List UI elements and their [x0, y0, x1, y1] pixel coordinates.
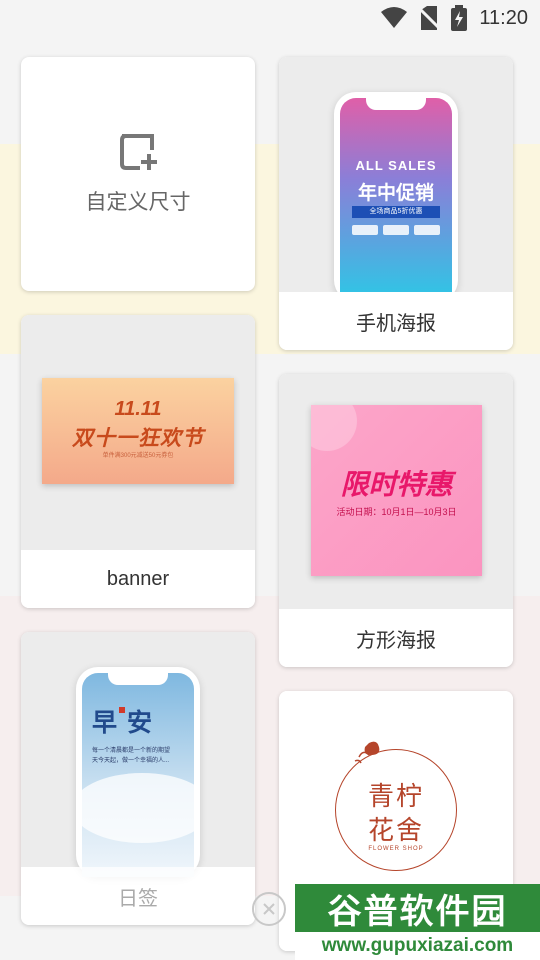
banner-preview-date: 11.11: [114, 398, 162, 420]
preview-title: 年中促销: [357, 183, 434, 204]
banner-thumb: 11.11 双十一狂欢节 单件满300元减送50元券包: [21, 315, 255, 550]
daily-title-1: 早: [92, 709, 118, 737]
wifi-icon: [381, 7, 408, 28]
custom-size-label: 自定义尺寸: [85, 191, 191, 214]
banner-preview-sub: 单件满300元减送50元券包: [102, 453, 174, 459]
banner-label: banner: [21, 550, 255, 608]
logo-line2: 花舍: [367, 815, 424, 845]
phone-notch-daily: [108, 673, 168, 685]
daily-preview: 早安 每一个清晨都是一个新的期望 天今天起，做一个幸福的人...: [82, 673, 194, 877]
square-preview-title: 限时特惠: [340, 469, 453, 500]
square-poster-preview: 限时特惠 活动日期：10月1日—10月3日: [311, 405, 482, 576]
phone-poster-thumb: ALL SALES 年中促销 全场商品5折优惠: [279, 57, 513, 302]
square-preview-sub: 活动日期：10月1日—10月3日: [336, 507, 457, 517]
site-watermark: 谷普软件园 www.gupuxiazai.com: [295, 884, 540, 960]
cloud-shape: [82, 773, 194, 843]
square-poster-thumb: 限时特惠 活动日期：10月1日—10月3日: [279, 374, 513, 609]
clock: 11:20: [479, 6, 528, 29]
coupon-2: [383, 225, 409, 235]
rose-icon: [354, 741, 380, 764]
preview-ribbon: 全场商品5折优惠: [352, 206, 440, 218]
square-poster-label: 方形海报: [279, 609, 513, 667]
logo-line1: 青柠: [367, 781, 424, 811]
daily-card[interactable]: 早安 每一个清晨都是一个新的期望 天今天起，做一个幸福的人... 日签: [21, 632, 255, 925]
watermark-title: 谷普软件园: [295, 884, 540, 932]
banner-preview-title: 双十一狂欢节: [72, 427, 204, 450]
phone-poster-card[interactable]: ALL SALES 年中促销 全场商品5折优惠 手机海报: [279, 57, 513, 350]
close-button[interactable]: [252, 892, 286, 926]
close-icon: [263, 903, 275, 915]
daily-line2: 天今天起，做一个幸福的人...: [92, 758, 170, 764]
status-bar: 11:20: [0, 0, 540, 36]
phone-mockup: ALL SALES 年中促销 全场商品5折优惠: [334, 92, 458, 302]
custom-size-card[interactable]: 自定义尺寸: [21, 57, 255, 291]
deco-circle: [311, 405, 357, 451]
status-icons: 11:20: [381, 4, 528, 32]
daily-title-2: 安: [127, 709, 153, 737]
no-sim-icon: [419, 6, 440, 30]
phone-notch: [366, 98, 426, 110]
coupon-1: [352, 225, 378, 235]
daily-thumb: 早安 每一个清晨都是一个新的期望 天今天起，做一个幸福的人...: [21, 632, 255, 877]
phone-mockup-daily: 早安 每一个清晨都是一个新的期望 天今天起，做一个幸福的人...: [76, 667, 200, 877]
custom-size-content: 自定义尺寸: [21, 57, 255, 291]
seal-mark: [119, 707, 126, 713]
banner-preview: 11.11 双十一狂欢节 单件满300元减送50元券包: [42, 378, 234, 484]
watermark-url: www.gupuxiazai.com: [295, 932, 540, 960]
phone-poster-preview: ALL SALES 年中促销 全场商品5折优惠: [340, 98, 452, 302]
logo-shop: FLOWER SHOP: [368, 846, 424, 852]
preview-heading: ALL SALES: [355, 158, 437, 173]
square-poster-card[interactable]: 限时特惠 活动日期：10月1日—10月3日 方形海报: [279, 374, 513, 667]
phone-poster-label: 手机海报: [279, 292, 513, 350]
battery-charging-icon: [451, 5, 468, 31]
banner-card[interactable]: 11.11 双十一狂欢节 单件满300元减送50元券包 banner: [21, 315, 255, 608]
daily-label: 日签: [21, 867, 255, 925]
daily-line1: 每一个清晨都是一个新的期望: [92, 748, 171, 754]
coupon-3: [414, 225, 440, 235]
add-frame-icon: [120, 134, 157, 170]
